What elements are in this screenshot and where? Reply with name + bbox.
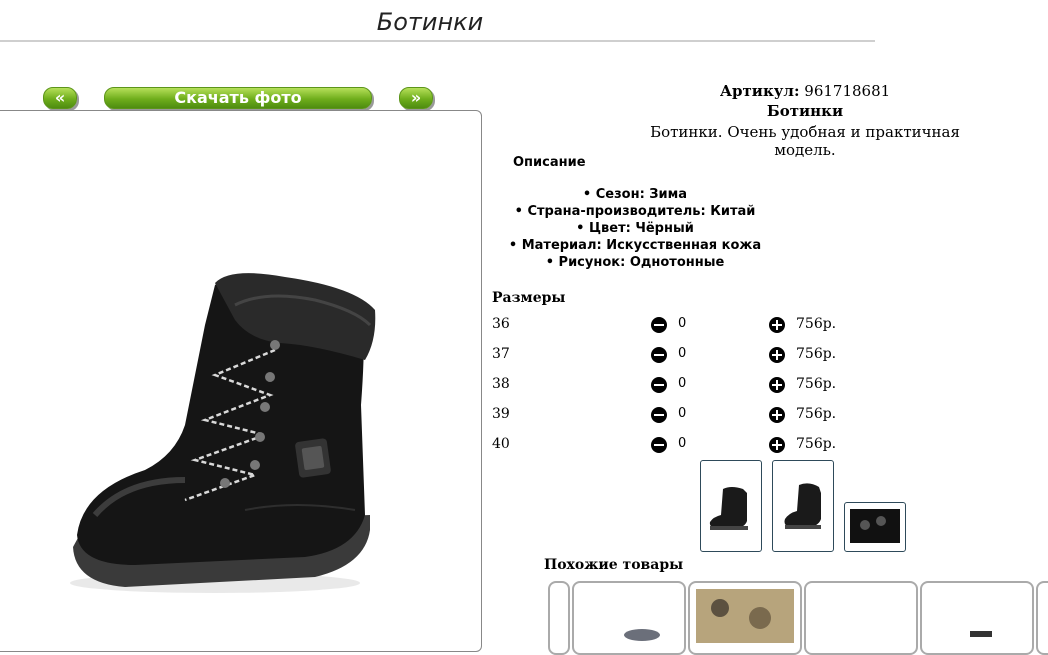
size-row: 39 0 756р. [492,406,852,428]
spec-list: • Сезон: Зима • Страна-производитель: Ки… [470,186,800,271]
size-value: 36 [492,316,510,332]
size-value: 37 [492,346,510,362]
boot-detail-thumbnail-icon [850,509,900,543]
boot-thumbnail-icon [709,487,748,530]
product-thumbnail-icon [970,631,992,637]
spec-color: • Цвет: Чёрный [576,221,694,236]
size-quantity: 0 [678,406,687,421]
boot-photo[interactable] [65,265,385,600]
minus-icon[interactable] [651,377,667,393]
description-heading: Описание [513,155,586,170]
next-photo-button[interactable]: » [399,87,433,109]
spec-season: • Сезон: Зима [582,187,688,202]
spec-pattern: • Рисунок: Однотонные [545,255,725,270]
article-label: Артикул: [719,82,800,100]
article-value: 961718681 [804,82,891,100]
similar-product-card[interactable] [572,581,686,655]
minus-icon[interactable] [651,347,667,363]
sizes-heading: Размеры [492,290,566,306]
size-row: 36 0 756р. [492,316,852,338]
size-price: 756р. [796,436,837,452]
prev-photo-button[interactable]: « [43,87,77,109]
size-quantity: 0 [678,346,687,361]
photo-thumbnail[interactable] [844,502,906,552]
spec-country: • Страна-производитель: Китай [514,204,756,219]
product-name: Ботинки [766,102,844,120]
boot-thumbnail-icon [784,483,821,529]
size-value: 40 [492,436,510,452]
download-photo-button[interactable]: Скачать фото [104,87,372,109]
minus-icon[interactable] [651,317,667,333]
minus-icon[interactable] [651,437,667,453]
product-description: Ботинки. Очень удобная и практичная моде… [650,123,960,159]
product-thumbnail-icon [696,589,794,649]
title-divider [0,40,875,42]
plus-icon[interactable] [769,407,785,423]
similar-product-card[interactable] [804,581,918,655]
size-row: 38 0 756р. [492,376,852,398]
size-quantity: 0 [678,436,687,451]
size-price: 756р. [796,346,837,362]
size-price: 756р. [796,376,837,392]
photo-thumbnail[interactable] [772,460,834,552]
article-number: Артикул: 961718681 [620,82,990,100]
similar-product-card[interactable] [920,581,1034,655]
similar-product-card[interactable] [548,581,570,655]
size-quantity: 0 [678,316,687,331]
similar-products-heading: Похожие товары [544,557,684,573]
plus-icon[interactable] [769,317,785,333]
spec-material: • Материал: Искусственная кожа [508,238,762,253]
size-value: 39 [492,406,510,422]
photo-thumbnail[interactable] [700,460,762,552]
size-row: 40 0 756р. [492,436,852,458]
page-title: Ботинки [376,8,484,36]
similar-product-card[interactable] [1036,581,1048,655]
plus-icon[interactable] [769,437,785,453]
size-price: 756р. [796,316,837,332]
size-row: 37 0 756р. [492,346,852,368]
size-value: 38 [492,376,510,392]
size-quantity: 0 [678,376,687,391]
size-price: 756р. [796,406,837,422]
plus-icon[interactable] [769,347,785,363]
similar-product-card[interactable] [688,581,802,655]
plus-icon[interactable] [769,377,785,393]
product-thumbnail-icon [624,629,660,641]
minus-icon[interactable] [651,407,667,423]
